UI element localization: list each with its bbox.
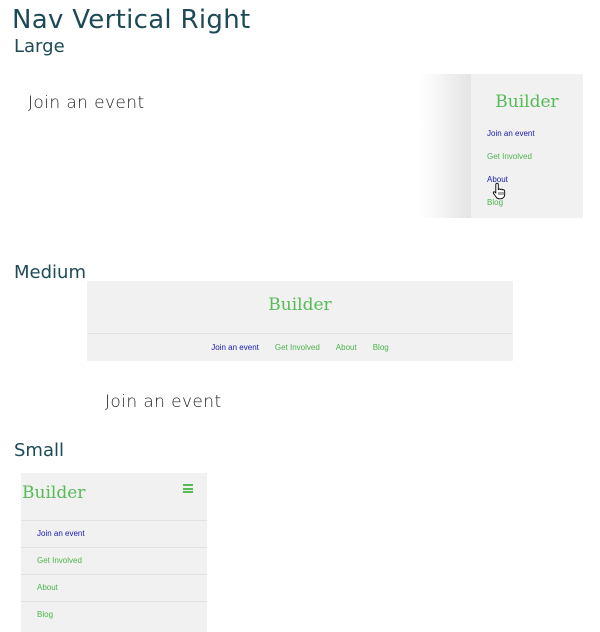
page-title: Nav Vertical Right [12, 5, 251, 35]
medium-divider [87, 333, 513, 334]
small-nav-get-involved-label: Get Involved [37, 556, 82, 565]
large-nav-get-involved[interactable]: Get Involved [487, 152, 532, 162]
medium-brand[interactable]: Builder [87, 295, 513, 315]
medium-heading: Join an event [105, 392, 222, 412]
medium-nav-get-involved[interactable]: Get Involved [275, 343, 320, 353]
small-nav-panel: Builder Join an event Get Involved About… [21, 473, 207, 632]
section-label-small: Small [14, 440, 64, 461]
small-brand[interactable]: Builder [22, 483, 85, 503]
small-nav-blog-label: Blog [37, 610, 54, 619]
medium-nav: Join an event Get Involved About Blog [87, 343, 513, 353]
large-nav-panel: Builder Join an event Get Involved About… [471, 74, 583, 218]
large-nav-join[interactable]: Join an event [487, 129, 535, 139]
medium-nav-blog[interactable]: Blog [373, 343, 389, 353]
hamburger-icon[interactable] [183, 484, 193, 493]
section-label-large: Large [14, 36, 65, 57]
small-nav-join-label: Join an event [37, 529, 85, 538]
medium-nav-about[interactable]: About [336, 343, 357, 353]
small-nav-item-about[interactable]: About [21, 574, 207, 601]
large-heading: Join an event [28, 93, 145, 113]
small-nav-item-blog[interactable]: Blog [21, 601, 207, 628]
section-label-medium: Medium [14, 262, 86, 283]
small-nav-item-join[interactable]: Join an event [21, 520, 207, 547]
medium-nav-join[interactable]: Join an event [211, 343, 259, 353]
large-brand[interactable]: Builder [471, 92, 583, 112]
small-nav-about-label: About [37, 583, 58, 592]
small-nav-item-get-involved[interactable]: Get Involved [21, 547, 207, 574]
medium-nav-panel: Builder Join an event Get Involved About… [87, 281, 513, 361]
hand-pointer-icon [492, 182, 506, 200]
